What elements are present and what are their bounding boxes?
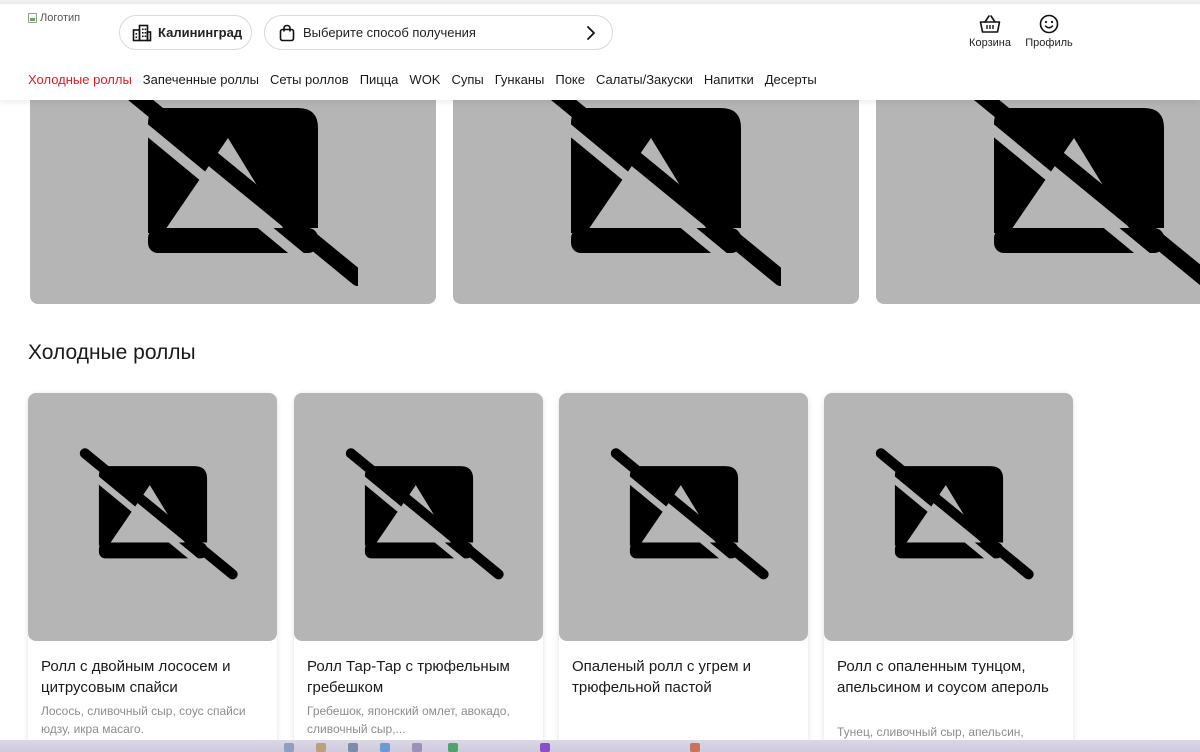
nav-item-wok[interactable]: WOK	[409, 72, 440, 87]
image-off-icon	[955, 88, 1200, 298]
cart-label: Корзина	[969, 37, 1011, 49]
broken-image-icon	[28, 13, 37, 23]
product-image-placeholder[interactable]	[294, 393, 543, 641]
taskbar-app-icon[interactable]	[380, 743, 390, 752]
nav-item-soups[interactable]: Супы	[451, 72, 483, 87]
product-description: Гребешок, японский омлет, авокадо, сливо…	[307, 704, 510, 736]
section-title: Холодные роллы	[28, 341, 196, 364]
nav-item-salads[interactable]: Салаты/Закуски	[596, 72, 693, 87]
nav-item-gunkans[interactable]: Гунканы	[495, 72, 545, 87]
image-off-icon	[74, 448, 238, 587]
chevron-right-icon	[587, 26, 595, 40]
taskbar-app-icon[interactable]	[284, 743, 294, 752]
logo[interactable]: Логотип	[28, 12, 80, 24]
logo-alt-text: Логотип	[40, 12, 81, 24]
product-description: Тунец, сливочный сыр, апельсин,	[837, 725, 1024, 739]
image-off-icon	[109, 88, 358, 298]
product-name: Ролл Тар-Тар с трюфельным гребешком	[307, 658, 510, 696]
image-off-icon	[532, 88, 781, 298]
image-off-icon	[870, 448, 1034, 587]
profile-label: Профиль	[1025, 37, 1073, 49]
product-image-placeholder[interactable]	[30, 88, 436, 304]
image-off-icon	[605, 448, 769, 587]
nav-item-roll-sets[interactable]: Сеты роллов	[270, 72, 349, 87]
taskbar-app-icon[interactable]	[412, 743, 422, 752]
product-image-placeholder[interactable]	[453, 88, 859, 304]
nav-item-drinks[interactable]: Напитки	[704, 72, 754, 87]
taskbar-app-icon[interactable]	[690, 743, 700, 752]
product-card[interactable]: Ролл с двойным лососем и цитрусовым спай…	[28, 393, 277, 752]
product-card[interactable]: Ролл с опаленным тунцом, апельсином и со…	[824, 393, 1073, 752]
delivery-method-button[interactable]: Выберите способ получения	[264, 15, 613, 50]
product-card[interactable]: Опаленый ролл с угрем и трюфельной пасто…	[559, 393, 808, 752]
product-image-placeholder[interactable]	[824, 393, 1073, 641]
nav-item-poke[interactable]: Поке	[555, 72, 585, 87]
site-header: Логотип Калининград Выберите способ полу…	[0, 4, 1200, 100]
product-card[interactable]: Ролл Тар-Тар с трюфельным гребешком Греб…	[294, 393, 543, 752]
city-selector-button[interactable]: Калининград	[119, 15, 252, 50]
product-description: Лосось, сливочный сыр, соус спайси юдзу,…	[41, 704, 246, 736]
smiley-face-icon	[1039, 14, 1059, 34]
profile-button[interactable]: Профиль	[1024, 14, 1074, 49]
product-name: Опаленый ролл с угрем и трюфельной пасто…	[572, 658, 752, 696]
category-nav: Холодные роллы Запеченные роллы Сеты рол…	[28, 72, 817, 87]
shopping-bag-icon	[279, 24, 295, 41]
nav-item-pizza[interactable]: Пицца	[360, 72, 399, 87]
taskbar-app-icon[interactable]	[448, 743, 458, 752]
image-off-icon	[340, 448, 504, 587]
os-taskbar	[0, 740, 1200, 752]
city-buildings-icon	[132, 24, 152, 41]
product-name: Ролл с двойным лососем и цитрусовым спай…	[41, 658, 231, 696]
nav-item-cold-rolls[interactable]: Холодные роллы	[28, 72, 132, 87]
cart-button[interactable]: Корзина	[967, 14, 1013, 49]
product-image-placeholder[interactable]	[28, 393, 277, 641]
product-name: Ролл с опаленным тунцом, апельсином и со…	[837, 658, 1049, 696]
product-image-placeholder[interactable]	[559, 393, 808, 641]
nav-item-baked-rolls[interactable]: Запеченные роллы	[143, 72, 259, 87]
basket-icon	[979, 15, 1001, 33]
delivery-label: Выберите способ получения	[303, 25, 476, 40]
taskbar-app-icon[interactable]	[348, 743, 358, 752]
taskbar-app-icon[interactable]	[316, 743, 326, 752]
nav-item-desserts[interactable]: Десерты	[765, 72, 817, 87]
product-image-placeholder[interactable]	[876, 88, 1200, 304]
city-label: Калининград	[158, 25, 243, 40]
taskbar-app-icon[interactable]	[540, 743, 550, 752]
